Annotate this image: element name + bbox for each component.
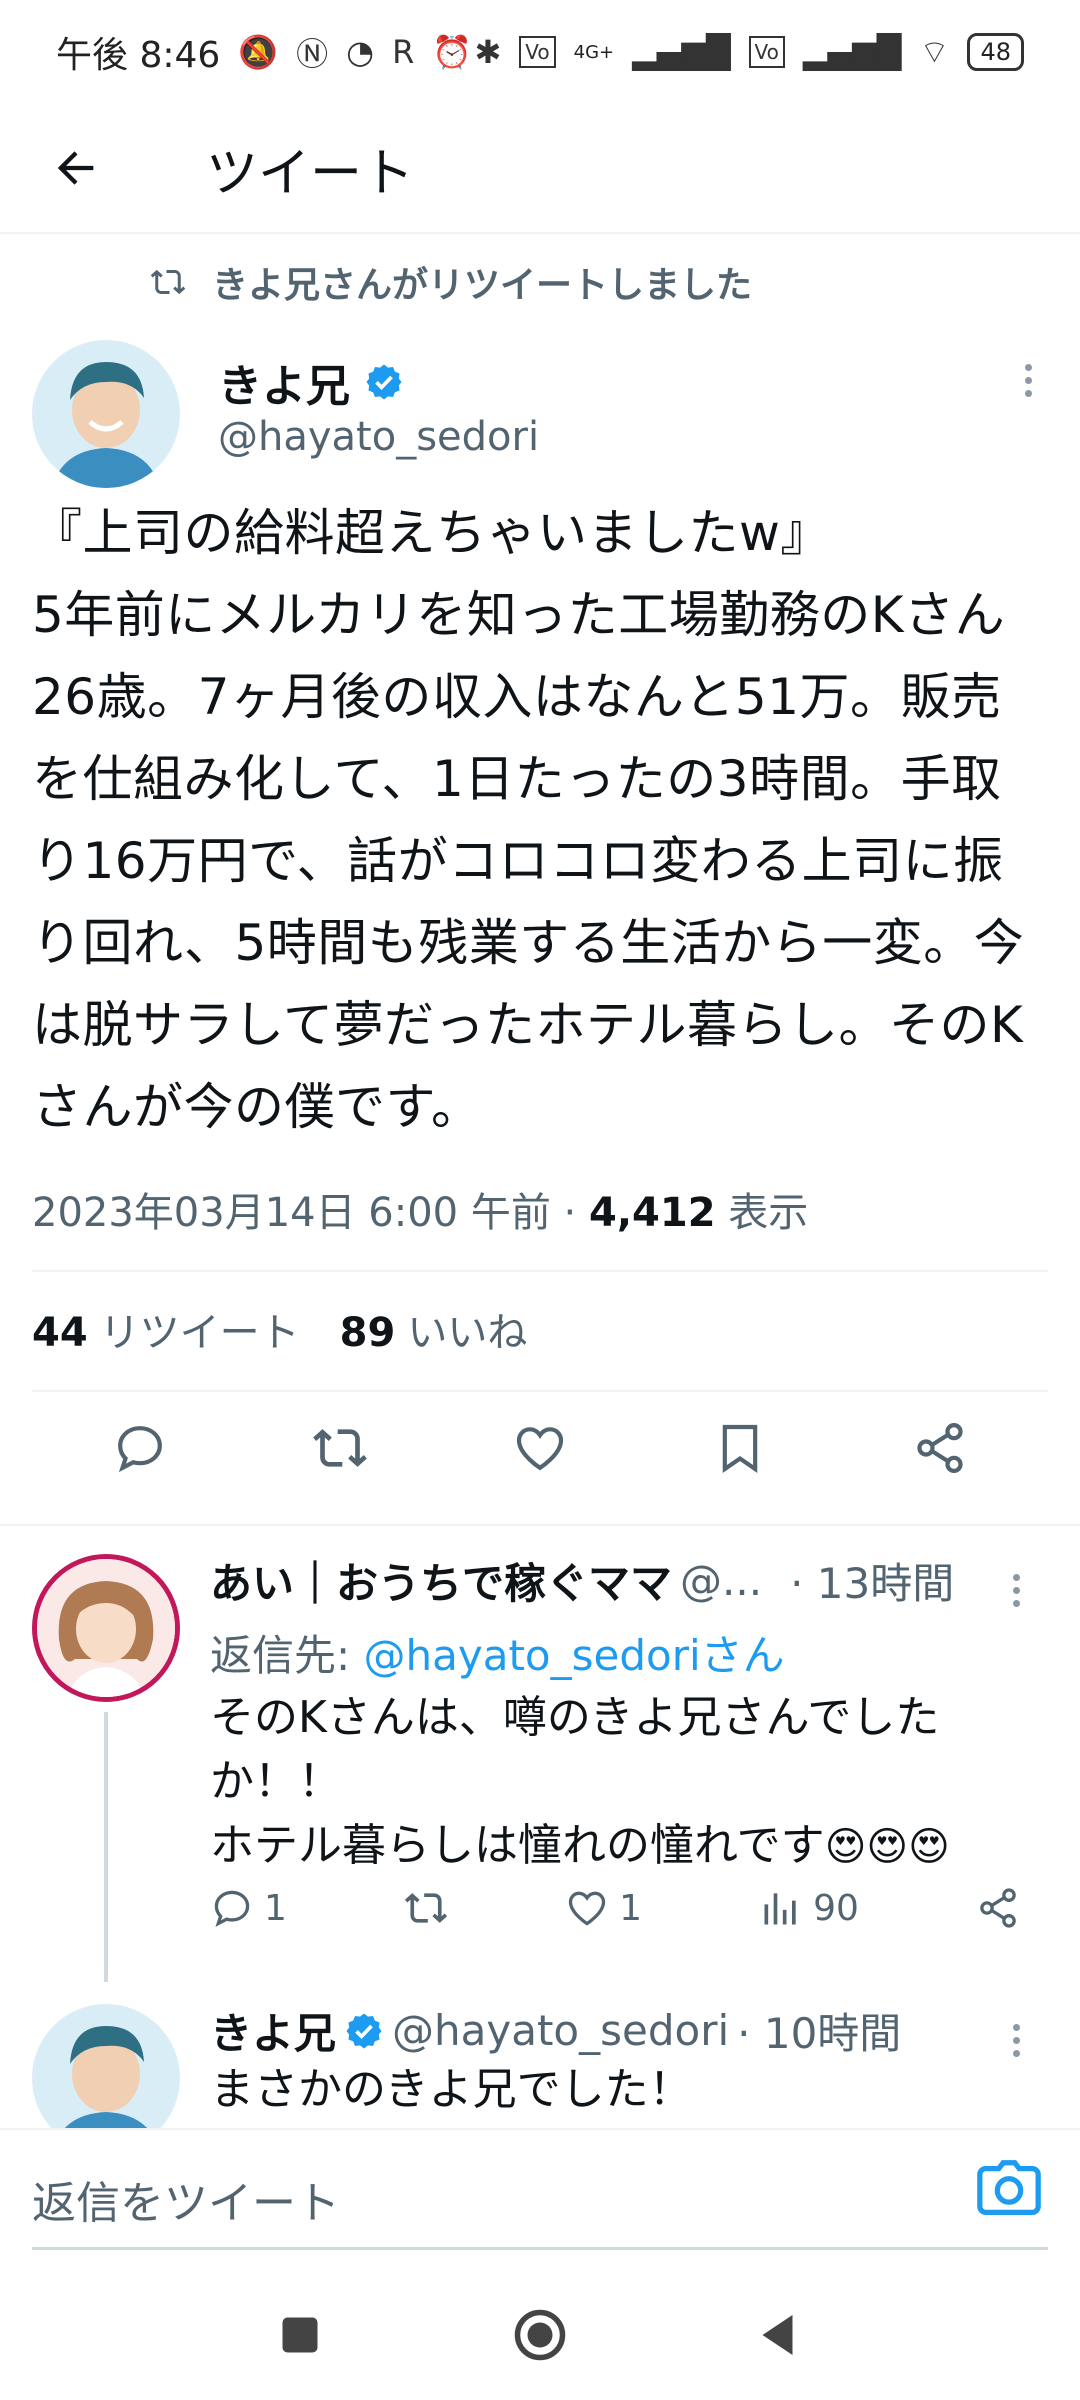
more-options-button[interactable] [996,1560,1036,1620]
volte-icon-2: Vo [748,36,785,68]
dot-icon [1024,389,1032,397]
tweet-timestamp[interactable]: 2023年03月14日 6:00 午前 · [32,1190,589,1236]
heart-icon[interactable] [512,1420,568,1476]
battery-indicator: 48 [967,33,1024,71]
view-count: 90 [813,1887,859,1929]
reply-author-name[interactable]: あい｜おうちで稼ぐママ [210,1550,672,1611]
retweet-icon[interactable] [312,1420,368,1476]
back-button[interactable] [36,128,116,208]
reply-actions: 1 1 90 [210,1886,1020,1930]
tweet-actions [0,1420,1080,1476]
more-options-button[interactable] [1008,350,1048,410]
reply-count: 1 [264,1887,287,1929]
divider [32,1390,1048,1392]
share-icon[interactable] [912,1420,968,1476]
heart-icon [568,1891,606,1926]
author-name[interactable]: きよ兄 [218,350,404,414]
rakuten-icon: R [392,33,415,71]
avatar[interactable] [32,340,180,488]
mute-icon: 🔕 [238,33,279,71]
divider [0,1524,1080,1526]
status-bar: 午後 8:46 🔕 Ⓝ ◔ R ⏰ ✱ Vo 4G+ ▂▄▆█ Vo ▂▄▆█ … [0,0,1080,104]
signal-icon: ▂▄▆█ [632,33,731,71]
page-title: ツイート [206,143,415,204]
bookmark-icon[interactable] [712,1420,768,1476]
wifi-icon: ⌔ [919,33,950,71]
author-handle[interactable]: @hayato_sedori [218,414,539,460]
reply-to: 返信先: @hayato_sedoriさん [210,1622,785,1683]
thread-line [104,1712,108,1982]
retweet-icon [150,269,186,295]
like-button[interactable]: 1 [565,1886,642,1930]
like-count: 1 [619,1887,642,1929]
reply-author-handle[interactable]: @hayato_sedori [392,2006,729,2055]
network-type-label: 4G+ [573,41,615,63]
view-count: 4,412 [589,1190,716,1236]
dot-icon [1024,363,1032,371]
tweet-author: きよ兄 @hayato_sedori [32,340,1048,490]
divider [32,1270,1048,1272]
reply-header: きよ兄 @hayato_sedori · 10時間 [210,2000,901,2061]
share-button[interactable] [976,1886,1020,1930]
reply-icon[interactable] [112,1420,168,1476]
reply-text: そのKさんは、噂のきよ兄さんでした か！！ ホテル暮らしは憧れの憧れです😍😍😍 [210,1686,1030,1879]
home-circle-icon[interactable] [510,2305,570,2365]
reply-text: まさかのきよ兄でした！ [210,2064,693,2115]
reply-time[interactable]: · 13時間 [790,1550,954,1611]
recents-square-icon[interactable] [270,2305,330,2365]
bar-chart-icon [764,1893,796,1925]
reply-to-link[interactable]: @hayato_sedoriさん [364,1631,785,1680]
reply-author-name[interactable]: きよ兄 [210,2000,336,2061]
reply-icon [214,1890,250,1927]
nfc-icon: Ⓝ [296,35,329,73]
system-nav-bar [0,2270,1080,2400]
wifi-question-icon: ◔ [346,33,375,71]
dot-icon [1024,376,1032,384]
bluetooth-icon: ✱ [474,33,502,71]
reply-author-handle[interactable]: @... [680,1556,762,1605]
view-label: 表示 [715,1190,809,1236]
heart-eyes-emoji: 😍😍😍 [824,1824,950,1870]
dot-icon [1012,2049,1020,2057]
views-button[interactable]: 90 [759,1886,859,1930]
verified-badge-icon [366,364,402,400]
avatar[interactable] [32,1554,180,1702]
dot-icon [1012,1599,1020,1607]
alarm-icon: ⏰ [432,33,473,71]
reply-compose-bar: 返信をツイート [0,2128,1080,2270]
verified-badge-icon [346,2013,382,2048]
back-triangle-icon[interactable] [750,2305,810,2365]
dot-icon [1012,1573,1020,1581]
retweet-button[interactable] [404,1886,448,1930]
camera-icon[interactable] [974,2154,1044,2224]
retweets-stat[interactable]: 44 リツイート [32,1300,300,1358]
likes-stat[interactable]: 89 いいね [340,1300,528,1358]
retweet-icon [404,1893,448,1923]
volte-icon: Vo [519,36,556,68]
reply-time[interactable]: · 10時間 [737,2000,901,2061]
reply-header: あい｜おうちで稼ぐママ @... · 13時間 [210,1550,954,1611]
dot-icon [1012,2023,1020,2031]
retweet-banner-text: きよ兄さんがリツイートしました [212,265,753,306]
reply-to-label: 返信先: [210,1631,364,1680]
signal-icon-2: ▂▄▆█ [802,33,902,71]
retweeted-by-banner[interactable]: きよ兄さんがリツイートしました [150,256,752,308]
status-time: 午後 8:46 [56,35,221,76]
top-bar: ツイート [0,104,1080,234]
arrow-left-icon [57,151,94,185]
dot-icon [1012,2036,1020,2044]
tweet-stats: 44 リツイート 89 いいね [32,1300,527,1358]
reply-input[interactable]: 返信をツイート [32,2150,1048,2250]
reply-button[interactable]: 1 [210,1886,287,1930]
dot-icon [1012,1586,1020,1594]
tweet-text: 『上司の給料超えちゃいましたw』 5年前にメルカリを知った工場勤務のKさん26歳… [32,504,1025,1136]
author-name-text: きよ兄 [218,361,350,412]
tweet-meta: 2023年03月14日 6:00 午前 · 4,412 表示 [32,1180,808,1238]
share-icon [980,1888,1016,1928]
